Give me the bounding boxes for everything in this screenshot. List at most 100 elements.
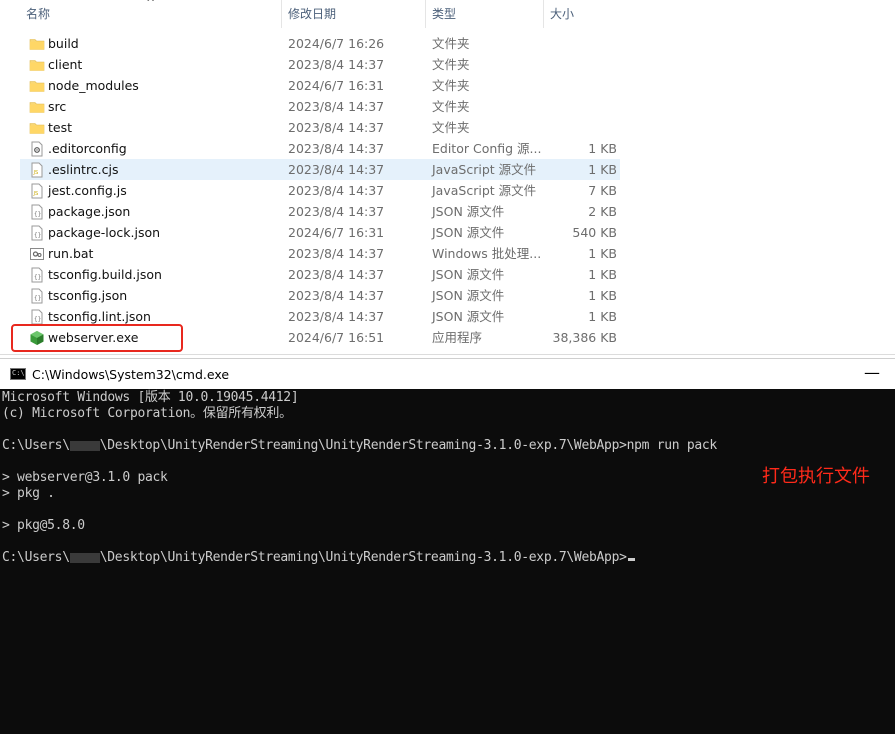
prompt-prefix: C:\Users\ <box>2 550 70 565</box>
file-size: 1 KB <box>588 141 617 156</box>
file-name: test <box>48 120 73 135</box>
folder-icon <box>29 99 45 115</box>
file-date: 2024/6/7 16:31 <box>288 225 385 240</box>
console-line: > pkg . <box>2 486 55 501</box>
file-date: 2023/8/4 14:37 <box>288 141 385 156</box>
file-row[interactable]: {} tsconfig.json 2023/8/4 14:37 JSON 源文件 1 K… <box>20 285 620 306</box>
console-line: (c) Microsoft Corporation。保留所有权利。 <box>2 406 292 421</box>
file-type: JSON 源文件 <box>432 225 505 240</box>
folder-icon <box>29 120 45 136</box>
file-type: 文件夹 <box>432 36 470 51</box>
file-size: 1 KB <box>588 162 617 177</box>
file-type: JavaScript 源文件 <box>432 162 537 177</box>
cmd-window: C:\ C:\Windows\System32\cmd.exe — Micros… <box>0 358 895 734</box>
file-type: JSON 源文件 <box>432 288 505 303</box>
json-file-icon: {} <box>29 267 45 283</box>
file-row[interactable]: run.bat 2023/8/4 14:37 Windows 批处理... 1 KB <box>20 243 620 264</box>
minimize-button[interactable]: — <box>852 359 892 390</box>
file-name: package.json <box>48 204 131 219</box>
file-name: client <box>48 57 83 72</box>
file-name: tsconfig.json <box>48 288 128 303</box>
file-row[interactable]: {} package.json 2023/8/4 14:37 JSON 源文件 2 KB <box>20 201 620 222</box>
file-size: 1 KB <box>588 309 617 324</box>
file-type: 文件夹 <box>432 78 470 93</box>
file-type: JSON 源文件 <box>432 309 505 324</box>
file-date: 2023/8/4 14:37 <box>288 57 385 72</box>
folder-icon <box>29 57 45 73</box>
sort-ascending-icon: ^ <box>146 0 156 9</box>
console-line: > webserver@3.1.0 pack <box>2 470 168 485</box>
file-name: src <box>48 99 67 114</box>
file-date: 2023/8/4 14:37 <box>288 309 385 324</box>
file-type: 应用程序 <box>432 330 483 345</box>
file-date: 2023/8/4 14:37 <box>288 120 385 135</box>
console-line: Microsoft Windows [版本 10.0.19045.4412] <box>2 390 299 405</box>
file-name: jest.config.js <box>48 183 127 198</box>
file-row[interactable]: .editorconfig 2023/8/4 14:37 Editor Config… <box>20 138 620 159</box>
file-row[interactable]: build 2024/6/7 16:26 文件夹 <box>20 33 620 54</box>
js-file-icon: JS <box>29 162 45 178</box>
file-type: JSON 源文件 <box>432 267 505 282</box>
file-size: 540 KB <box>572 225 617 240</box>
svg-text:{}: {} <box>34 232 41 239</box>
svg-text:{}: {} <box>34 316 41 323</box>
prompt-path: \Desktop\UnityRenderStreaming\UnityRende… <box>99 550 627 565</box>
column-header: 名称 ^ 修改日期 类型 大小 <box>0 0 622 28</box>
file-row[interactable]: src 2023/8/4 14:37 文件夹 <box>20 96 620 117</box>
column-date-header[interactable]: 修改日期 <box>282 0 426 28</box>
file-date: 2024/6/7 16:26 <box>288 36 385 51</box>
file-row[interactable]: JS .eslintrc.cjs 2023/8/4 14:37 JavaScript … <box>20 159 620 180</box>
folder-icon <box>29 78 45 94</box>
file-size: 1 KB <box>588 246 617 261</box>
file-name: .eslintrc.cjs <box>48 162 119 177</box>
file-date: 2023/8/4 14:37 <box>288 99 385 114</box>
column-date-label: 修改日期 <box>288 7 337 21</box>
cmd-titlebar[interactable]: C:\ C:\Windows\System32\cmd.exe — <box>0 358 895 389</box>
file-date: 2023/8/4 14:37 <box>288 204 385 219</box>
file-row[interactable]: JS jest.config.js 2023/8/4 14:37 JavaScript… <box>20 180 620 201</box>
file-type: 文件夹 <box>432 99 470 114</box>
file-name: .editorconfig <box>48 141 127 156</box>
file-row[interactable]: test 2023/8/4 14:37 文件夹 <box>20 117 620 138</box>
console-line: > pkg@5.8.0 <box>2 518 85 533</box>
file-name: node_modules <box>48 78 139 93</box>
file-size: 2 KB <box>588 204 617 219</box>
json-file-icon: {} <box>29 288 45 304</box>
json-file-icon: {} <box>29 204 45 220</box>
svg-text:JS: JS <box>33 191 39 197</box>
file-size: 1 KB <box>588 267 617 282</box>
file-row[interactable]: {} package-lock.json 2024/6/7 16:31 JSON 源文… <box>20 222 620 243</box>
json-file-icon: {} <box>29 309 45 325</box>
svg-text:JS: JS <box>33 170 39 176</box>
redacted-username <box>69 552 100 563</box>
file-row[interactable]: node_modules 2024/6/7 16:31 文件夹 <box>20 75 620 96</box>
file-row[interactable]: client 2023/8/4 14:37 文件夹 <box>20 54 620 75</box>
file-date: 2023/8/4 14:37 <box>288 246 385 261</box>
column-type-label: 类型 <box>432 7 457 21</box>
prompt-command: \Desktop\UnityRenderStreaming\UnityRende… <box>99 438 717 453</box>
file-type: 文件夹 <box>432 57 470 72</box>
file-type: Windows 批处理... <box>432 246 542 261</box>
highlight-box <box>11 324 183 352</box>
svg-text:{}: {} <box>34 211 41 218</box>
divider <box>0 354 895 355</box>
column-size-header[interactable]: 大小 <box>544 0 622 28</box>
file-type: Editor Config 源... <box>432 141 542 156</box>
text-cursor <box>627 558 635 561</box>
column-type-header[interactable]: 类型 <box>426 0 544 28</box>
file-name: run.bat <box>48 246 94 261</box>
prompt-prefix: C:\Users\ <box>2 438 70 453</box>
file-size: 7 KB <box>588 183 617 198</box>
cmd-app-icon: C:\ <box>10 368 26 380</box>
file-size: 38,386 KB <box>552 330 617 345</box>
file-name: tsconfig.build.json <box>48 267 162 282</box>
file-date: 2023/8/4 14:37 <box>288 162 385 177</box>
column-size-label: 大小 <box>550 7 575 21</box>
file-explorer: 名称 ^ 修改日期 类型 大小 build 2024/6/7 16:26 文件夹 cl… <box>0 0 895 358</box>
file-row[interactable]: {} tsconfig.build.json 2023/8/4 14:37 JSON … <box>20 264 620 285</box>
cmd-title: C:\Windows\System32\cmd.exe <box>32 367 230 382</box>
folder-icon <box>29 36 45 52</box>
file-date: 2023/8/4 14:37 <box>288 183 385 198</box>
console-output[interactable]: Microsoft Windows [版本 10.0.19045.4412] (… <box>0 389 895 734</box>
file-name: build <box>48 36 79 51</box>
